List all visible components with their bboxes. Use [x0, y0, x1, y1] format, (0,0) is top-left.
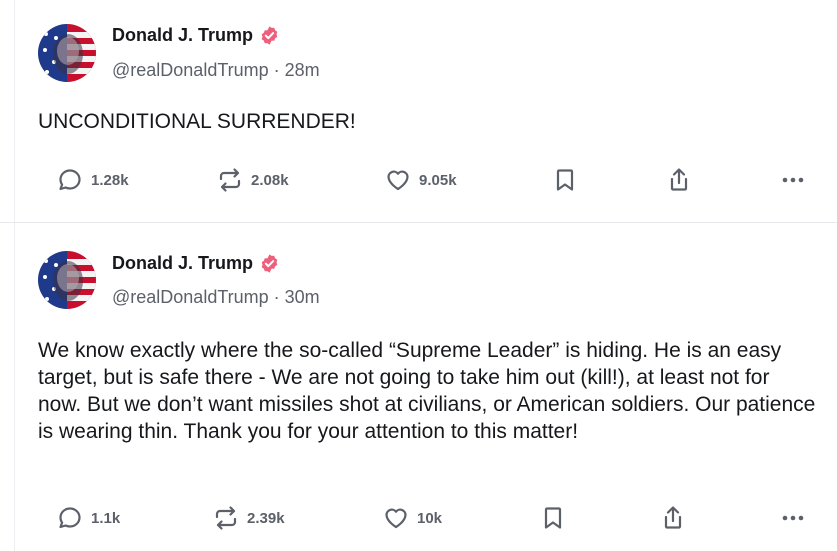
like-button[interactable]: 10k [382, 504, 442, 532]
verified-badge-icon [259, 253, 280, 274]
more-options-button[interactable] [779, 504, 807, 532]
like-count: 9.05k [419, 171, 457, 189]
avatar[interactable] [38, 24, 96, 82]
repost-button[interactable]: 2.08k [216, 166, 289, 194]
avatar[interactable] [38, 251, 96, 309]
author-row: Donald J. Trump [112, 253, 280, 274]
bookmark-button[interactable] [551, 166, 579, 194]
reply-button[interactable]: 1.28k [56, 166, 129, 194]
bookmark-button[interactable] [539, 504, 567, 532]
post-text: UNCONDITIONAL SURRENDER! [38, 110, 356, 133]
post-text: We know exactly where the so-called “Sup… [38, 339, 816, 443]
handle-and-time[interactable]: @realDonaldTrump · 30m [112, 287, 320, 308]
repost-count: 2.08k [251, 171, 289, 189]
more-icon [782, 515, 804, 521]
repost-icon [215, 506, 237, 530]
post-feed: Donald J. Trump @realDonaldTrump · 28m U… [0, 0, 837, 551]
share-button[interactable] [665, 166, 693, 194]
verified-badge-icon [259, 25, 280, 46]
reply-icon [59, 169, 81, 191]
post[interactable]: Donald J. Trump @realDonaldTrump · 28m U… [0, 0, 837, 223]
flag-portrait-avatar [38, 251, 96, 309]
reply-count: 1.28k [91, 171, 129, 189]
share-icon [664, 506, 682, 529]
heart-icon [385, 508, 407, 529]
heart-icon [387, 170, 409, 191]
reply-button[interactable]: 1.1k [56, 504, 120, 532]
more-options-button[interactable] [779, 166, 807, 194]
like-count: 10k [417, 509, 443, 527]
author-name[interactable]: Donald J. Trump [112, 25, 253, 46]
repost-count: 2.39k [247, 509, 285, 527]
like-button[interactable]: 9.05k [384, 166, 457, 194]
share-icon [670, 168, 688, 191]
reply-count: 1.1k [91, 509, 121, 527]
bookmark-icon [544, 507, 562, 529]
more-icon [782, 177, 804, 183]
share-button[interactable] [659, 504, 687, 532]
author-name[interactable]: Donald J. Trump [112, 253, 253, 274]
action-bar: 1.28k 2.08k 9.05k [0, 162, 837, 198]
flag-portrait-avatar [38, 24, 96, 82]
author-row: Donald J. Trump [112, 25, 280, 46]
handle-and-time[interactable]: @realDonaldTrump · 28m [112, 60, 320, 81]
repost-icon [219, 168, 241, 192]
post[interactable]: Donald J. Trump @realDonaldTrump · 30m W… [0, 223, 837, 551]
bookmark-icon [556, 169, 574, 191]
action-bar: 1.1k 2.39k 10k [0, 500, 837, 536]
reply-icon [59, 507, 81, 529]
repost-button[interactable]: 2.39k [212, 504, 285, 532]
